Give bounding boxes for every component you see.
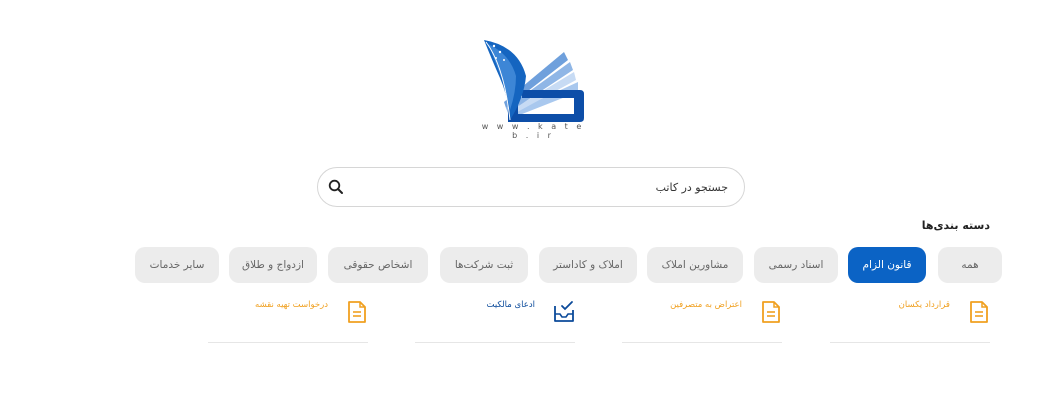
search-icon[interactable] <box>327 178 345 196</box>
service-label: قرارداد یکسان <box>898 300 950 310</box>
tab-label: اشخاص حقوقی <box>343 259 413 271</box>
tab-company-registration[interactable]: ثبت شرکت‌ها <box>440 247 528 283</box>
tab-label: املاک و کاداستر <box>553 259 623 271</box>
service-item-unified-contract[interactable]: قرارداد یکسان <box>830 294 990 343</box>
category-tabs: همه قانون الزام اسناد رسمی مشاورین املاک… <box>0 247 1038 283</box>
search-box <box>317 167 745 207</box>
tab-other-services[interactable]: سایر خدمات <box>135 247 219 283</box>
search-input[interactable] <box>358 168 728 206</box>
tab-label: مشاورین املاک <box>661 259 729 271</box>
service-label: ادعای مالکیت <box>486 300 535 310</box>
kateb-logo[interactable] <box>478 36 588 136</box>
service-item-objection-occupants[interactable]: اعتراض به متصرفین <box>622 294 782 343</box>
document-icon <box>346 300 368 324</box>
tab-label: ثبت شرکت‌ها <box>454 259 514 271</box>
service-label: اعتراض به متصرفین <box>670 300 742 310</box>
tab-real-estate-consultants[interactable]: مشاورین املاک <box>647 247 743 283</box>
document-icon <box>760 300 782 324</box>
tab-label: ازدواج و طلاق <box>242 259 304 271</box>
service-label: درخواست تهیه نقشه <box>255 300 328 310</box>
tab-property-cadastre[interactable]: املاک و کاداستر <box>539 247 637 283</box>
tab-label: همه <box>961 259 979 271</box>
tab-marriage-divorce[interactable]: ازدواج و طلاق <box>229 247 317 283</box>
logo-url-text: w w w . k a t e b . i r <box>481 122 585 140</box>
tab-label: قانون الزام <box>862 259 912 271</box>
tab-label: سایر خدمات <box>149 259 205 271</box>
tab-label: اسناد رسمی <box>768 259 824 271</box>
service-item-ownership-claim[interactable]: ادعای مالکیت <box>415 294 575 343</box>
service-item-map-request[interactable]: درخواست تهیه نقشه <box>208 294 368 343</box>
tab-enforcement-law[interactable]: قانون الزام <box>848 247 926 283</box>
tab-official-documents[interactable]: اسناد رسمی <box>754 247 838 283</box>
inbox-check-icon <box>553 300 575 324</box>
tab-legal-entities[interactable]: اشخاص حقوقی <box>328 247 428 283</box>
categories-title: دسته بندی‌ها <box>921 219 990 232</box>
tab-all[interactable]: همه <box>938 247 1002 283</box>
document-icon <box>968 300 990 324</box>
